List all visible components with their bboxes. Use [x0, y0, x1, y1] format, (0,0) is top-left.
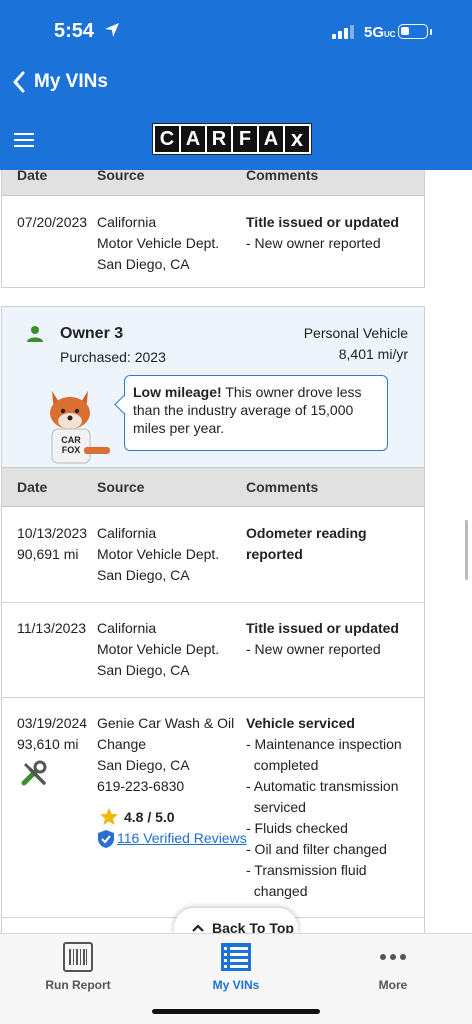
battery-tip	[430, 29, 432, 35]
more-dots-icon	[333, 940, 453, 974]
owner-3-card: Owner 3 Purchased: 2023 Personal Vehicle…	[1, 306, 425, 933]
location-arrow-icon	[104, 22, 120, 43]
tab-my-vins[interactable]: My VINs	[176, 940, 296, 992]
record-date: 10/13/2023 90,691 mi	[17, 525, 88, 562]
mascot-shirt-line1: CAR	[61, 435, 81, 445]
back-button[interactable]: My VINs	[12, 71, 108, 93]
low-mileage-callout: Low mileage! This owner drove less than …	[124, 375, 388, 451]
record-comments: Vehicle serviced - Maintenance inspectio…	[246, 715, 402, 899]
record-source: California Motor Vehicle Dept. San Diego…	[97, 620, 220, 678]
mascot-shirt-line2: FOX	[62, 445, 81, 455]
shield-check-icon	[97, 829, 115, 854]
list-icon	[176, 940, 296, 974]
record-source: California Motor Vehicle Dept. San Diego…	[97, 214, 220, 272]
record-comments: Odometer reading reported	[246, 525, 367, 562]
owner-title: Owner 3	[60, 325, 124, 342]
verified-reviews-link[interactable]: 116 Verified Reviews	[117, 828, 247, 849]
carfax-logo: CARFAx	[152, 123, 318, 155]
callout-title: Low mileage!	[133, 384, 222, 400]
row-divider	[2, 602, 424, 603]
record-comments: Title issued or updated - New owner repo…	[246, 214, 399, 251]
chevron-up-icon	[192, 924, 204, 932]
back-label: My VINs	[34, 71, 108, 92]
owner-purchased: Purchased: 2023	[60, 349, 166, 365]
header-source: Source	[97, 479, 145, 495]
header-comments: Comments	[246, 479, 319, 495]
table-header: Date Source Comments	[2, 467, 424, 507]
row-divider	[2, 697, 424, 698]
chevron-left-icon	[13, 71, 25, 93]
record-date: 03/19/2024 93,610 mi	[17, 715, 88, 752]
tab-label: More	[378, 978, 408, 992]
logo-letter: C	[155, 126, 179, 152]
header-source: Source	[97, 170, 145, 183]
header-comments: Comments	[246, 170, 319, 183]
barcode-icon	[18, 940, 138, 974]
record-date: 07/20/2023	[17, 214, 88, 230]
nav-bar: My VINs	[0, 62, 472, 106]
status-bar: 5:54 5GUC	[0, 0, 472, 62]
status-time: 5:54	[54, 20, 95, 42]
record-comments: Title issued or updated - New owner repo…	[246, 620, 399, 657]
record-date: 11/13/2023	[17, 620, 87, 636]
header-date: Date	[17, 479, 48, 495]
mileage-rate: 8,401 mi/yr	[338, 346, 408, 362]
logo-letter: x	[285, 126, 309, 152]
scroll-indicator[interactable]	[465, 520, 468, 580]
carfox-mascot: CAR FOX	[44, 385, 116, 472]
record-source: Genie Car Wash & Oil Change San Diego, C…	[97, 715, 235, 794]
hamburger-icon[interactable]	[14, 133, 34, 152]
logo-letter: A	[181, 126, 205, 152]
rating-value: 4.8 / 5.0	[124, 809, 175, 825]
logo-letter: F	[233, 126, 257, 152]
tab-label: My VINs	[212, 978, 260, 992]
battery-icon	[398, 24, 428, 39]
signal-icon	[332, 25, 354, 39]
home-indicator	[152, 1009, 320, 1014]
logo-letter: R	[207, 126, 231, 152]
tab-label: Run Report	[45, 978, 111, 992]
owner-2-records-card: Date Source Comments 07/20/2023 Californ…	[1, 170, 425, 288]
logo-letter: A	[259, 126, 283, 152]
record-source: California Motor Vehicle Dept. San Diego…	[97, 525, 220, 583]
header-date: Date	[17, 170, 48, 183]
tools-icon	[20, 759, 48, 792]
tab-more[interactable]: More	[333, 940, 453, 992]
vehicle-type: Personal Vehicle	[303, 325, 408, 341]
person-icon	[26, 325, 44, 348]
history-content: Date Source Comments 07/20/2023 Californ…	[0, 170, 472, 933]
table-header: Date Source Comments	[2, 170, 424, 196]
network-indicator: 5GUC	[364, 24, 396, 41]
tab-run-report[interactable]: Run Report	[18, 940, 138, 992]
